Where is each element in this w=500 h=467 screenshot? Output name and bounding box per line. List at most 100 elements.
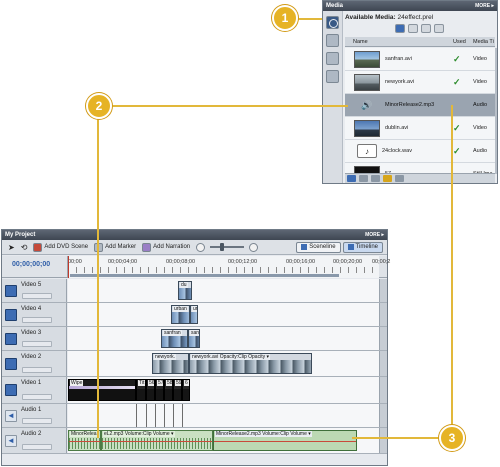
track-scrollbar[interactable] [379,351,387,376]
video-track-icon[interactable] [5,284,17,297]
add-narration-button[interactable]: Add Narration [142,242,190,252]
new-folder-icon[interactable] [383,175,392,182]
timeline-clip[interactable]: 59 [173,379,182,401]
project-filename: 24effect.prel [397,14,434,21]
zoom-in-icon[interactable] [249,242,259,252]
timeline-clip[interactable]: urban [171,305,190,324]
track-area[interactable]: MinorRelea eL2.mp3 Volume:Clip Volume ▾ … [68,428,379,453]
media-item[interactable]: sanfran.avi ✓ Video [345,48,495,71]
thumbnail-view-icon[interactable] [359,175,368,182]
speaker-icon[interactable]: ◄ [5,409,17,422]
video-track-icon[interactable] [5,332,17,345]
new-item-icon[interactable] [434,24,444,33]
track-scrollbar[interactable] [379,303,387,326]
track-area[interactable]: urban ur [68,303,379,326]
project-panel-title-bar[interactable]: My Project MORE ▸ [2,230,387,240]
time-ruler[interactable]: 00;00 00;00;04;00 00;00;08;00 00;00;12;0… [67,256,390,278]
video-track-icon[interactable] [5,384,17,396]
track-controls[interactable] [22,444,52,450]
selection-tool[interactable]: ➤ [8,243,15,252]
track-controls[interactable] [22,394,52,400]
clip-link-line [136,404,137,427]
effects-icon[interactable] [326,52,339,65]
timeline-clip[interactable]: ur [190,305,198,324]
track-controls[interactable] [22,341,52,347]
timeline-clip[interactable]: 57 [155,379,164,401]
volume-line[interactable] [214,441,356,442]
timeline-clip[interactable]: 58 [164,379,173,401]
work-area-bar[interactable] [70,274,339,277]
track-scrollbar[interactable] [379,404,387,427]
video-track-icon[interactable] [5,357,17,370]
track-area[interactable]: newyork. newyork.avi Opacity:Clip Opacit… [68,351,379,376]
video-track-icon[interactable] [5,308,17,321]
delete-icon[interactable] [395,175,404,182]
time-stretch-tool[interactable]: ⟲ [21,243,28,252]
get-media-icon[interactable] [326,34,339,47]
timeline-clip[interactable]: Tit [136,379,146,401]
add-dvd-scene-button[interactable]: Add DVD Scene [33,242,88,252]
clip-label[interactable]: eL2.mp3 Volume:Clip Volume ▾ [103,431,175,437]
column-name[interactable]: Name [345,37,453,46]
track-controls[interactable] [22,367,52,373]
track-scrollbar[interactable] [379,377,387,403]
playhead[interactable] [68,256,69,278]
show-audio-icon[interactable] [408,24,418,33]
media-scrollbar[interactable] [495,48,497,174]
track-area[interactable]: Wipe Tit 56 57 58 59 6 [68,377,379,403]
show-video-icon[interactable] [395,24,405,33]
timeline-clip[interactable]: san [188,329,200,348]
callout-2-drop [97,118,99,438]
add-marker-button[interactable]: Add Marker [94,242,136,252]
timeline-icon [347,244,354,250]
track-scrollbar[interactable] [379,279,387,302]
folder-icon[interactable] [371,175,380,182]
zoom-slider[interactable] [210,243,245,251]
track-controls[interactable] [22,293,52,299]
clip-label: 59 [175,380,182,386]
timeline-button[interactable]: Timeline [342,241,383,253]
project-media-icon[interactable] [326,16,339,29]
clip-thumbnails [189,336,199,347]
audio-clip[interactable]: eL2.mp3 Volume:Clip Volume ▾ [101,430,213,451]
track-scrollbar[interactable] [379,327,387,350]
project-more-button[interactable]: MORE ▸ [365,230,387,240]
volume-line[interactable] [69,441,100,442]
zoom-out-icon[interactable] [196,242,206,252]
track-label: Audio 2 [21,431,42,437]
speaker-icon[interactable]: ◄ [5,434,17,447]
list-view-icon[interactable] [347,175,356,182]
timeline-clip[interactable]: 56 [146,379,155,401]
track-controls[interactable] [22,418,52,424]
media-more-button[interactable]: MORE ▸ [475,1,497,11]
titles-icon[interactable] [326,70,339,83]
track-area[interactable]: du [68,279,379,302]
timeline-clip[interactable]: sanfran [161,329,188,348]
timeline-clip[interactable]: Wipe [68,379,136,401]
track-controls[interactable] [22,317,52,323]
audio-clip[interactable]: MinorRelease2.mp3 Volume:Clip Volume ▾ [213,430,357,451]
track-scrollbar[interactable] [379,428,387,453]
sceneline-button[interactable]: Sceneline [296,241,341,253]
column-media-type[interactable]: Media Ti [473,37,495,46]
show-stills-icon[interactable] [421,24,431,33]
timeline-clip[interactable]: newyork.avi Opacity:Clip Opacity ▾ [189,353,312,374]
used-check-icon: ✓ [453,122,461,133]
timeline-clip[interactable]: 6 [182,379,190,401]
media-item[interactable]: newyork.avi ✓ Video [345,71,495,94]
track-area[interactable]: sanfran san [68,327,379,350]
timeline-clip[interactable]: newyork. [152,353,189,374]
volume-line[interactable] [102,441,212,442]
track-label: Video 3 [21,330,42,336]
clip-label[interactable]: MinorRelease2.mp3 Volume:Clip Volume ▾ [215,431,312,437]
media-item[interactable]: dublin.avi ✓ Video [345,117,495,140]
timeline-clip[interactable]: du [178,281,192,300]
media-item-type: Audio [473,148,488,154]
column-used[interactable]: Used [453,37,473,46]
media-panel-title-bar[interactable]: Media MORE ▸ [323,1,497,11]
current-timecode[interactable]: 00;00;00;00 [12,261,50,268]
media-item[interactable]: ♪ 24clock.wav ✓ Audio [345,140,495,163]
media-list: sanfran.avi ✓ Video newyork.avi ✓ Video … [345,48,495,174]
media-item-selected[interactable]: 🔊 MinorRelease2.mp3 Audio [345,94,495,117]
track-area[interactable] [68,404,379,427]
